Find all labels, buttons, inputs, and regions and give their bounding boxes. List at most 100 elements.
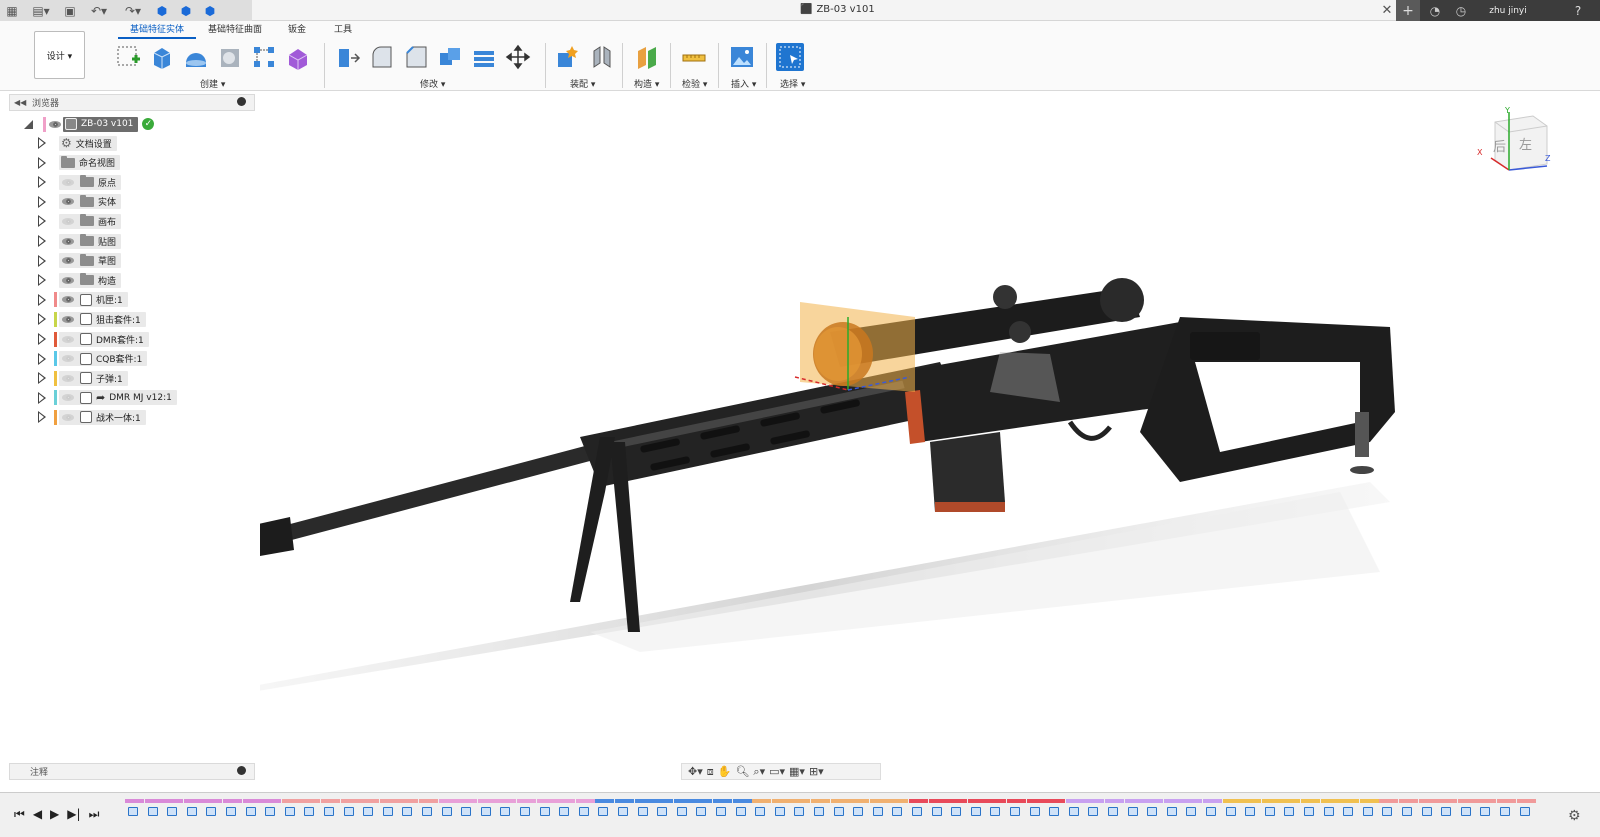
insert-image-icon[interactable]	[728, 43, 756, 71]
tree-item[interactable]: DMR套件:1	[38, 330, 149, 348]
app-grid-icon[interactable]: ▦	[0, 0, 24, 21]
visibility-eye-icon[interactable]	[61, 413, 76, 422]
tree-item[interactable]: ➦ DMR MJ v12:1	[38, 389, 177, 407]
viewcube-face-back[interactable]: 后	[1493, 136, 1506, 155]
expand-triangle-icon[interactable]	[38, 274, 48, 287]
group-inspect[interactable]: 检验 ▾	[682, 77, 707, 90]
tree-node[interactable]: 狙击套件:1	[59, 311, 146, 327]
timeline-feature[interactable]	[830, 799, 850, 819]
timeline-feature[interactable]	[1163, 799, 1183, 819]
group-insert[interactable]: 插入 ▾	[731, 77, 756, 90]
view-cube[interactable]: 后 左 Y X Z	[1477, 106, 1555, 183]
offset-plane-icon[interactable]	[634, 43, 662, 71]
timeline-feature[interactable]	[419, 799, 438, 819]
visibility-eye-icon[interactable]	[61, 217, 76, 226]
tree-node[interactable]: 实体	[59, 194, 122, 210]
visibility-eye-icon[interactable]	[61, 374, 76, 383]
undo-icon[interactable]: ↶▾	[82, 0, 116, 21]
visibility-eye-icon[interactable]	[61, 335, 76, 344]
visibility-eye-icon[interactable]	[61, 197, 76, 206]
timeline-settings-icon[interactable]: ⚙	[1568, 808, 1581, 824]
expand-triangle-icon[interactable]	[38, 411, 48, 424]
timeline-feature[interactable]	[654, 799, 674, 819]
visibility-eye-icon[interactable]	[61, 315, 76, 324]
close-tab-icon[interactable]: ✕	[1378, 0, 1396, 21]
pan-icon[interactable]: ✋	[718, 765, 732, 778]
combine-icon[interactable]	[436, 43, 464, 71]
timeline-feature[interactable]	[1379, 799, 1399, 819]
chamfer-icon[interactable]	[402, 43, 430, 71]
tree-node[interactable]: ➦ DMR MJ v12:1	[59, 390, 177, 406]
clock-icon[interactable]: ◷	[1450, 0, 1472, 21]
timeline-feature[interactable]	[144, 799, 164, 819]
timeline-feature[interactable]	[595, 799, 615, 819]
3d-viewport[interactable]	[260, 92, 1600, 762]
form-icon[interactable]	[284, 43, 312, 71]
timeline-feature[interactable]	[869, 799, 889, 819]
timeline-feature[interactable]	[811, 799, 830, 819]
timeline-feature[interactable]	[536, 799, 556, 819]
timeline-feature[interactable]	[1065, 799, 1085, 819]
timeline-feature[interactable]	[1046, 799, 1066, 819]
tree-node[interactable]: 构造	[59, 272, 122, 288]
expand-triangle-icon[interactable]	[38, 176, 48, 189]
timeline-feature[interactable]	[1105, 799, 1124, 819]
tree-item[interactable]: 草图	[38, 252, 122, 270]
timeline-feature[interactable]	[477, 799, 497, 819]
tree-node[interactable]: 贴图	[59, 233, 122, 249]
tab-sheet-metal[interactable]: 钣金	[274, 24, 320, 39]
timeline-feature[interactable]	[1183, 799, 1203, 819]
shell-icon[interactable]	[216, 43, 244, 71]
user-name[interactable]: zhu jinyi	[1478, 0, 1538, 21]
visibility-eye-icon[interactable]	[61, 276, 76, 285]
timeline-feature[interactable]	[203, 799, 223, 819]
timeline-feature[interactable]	[1438, 799, 1458, 819]
timeline-feature[interactable]	[1085, 799, 1105, 819]
timeline-feature[interactable]	[438, 799, 458, 819]
timeline-feature[interactable]	[1320, 799, 1340, 819]
tree-item[interactable]: 战术一体:1	[38, 408, 146, 426]
tree-item[interactable]: 画布	[38, 212, 122, 230]
timeline-feature[interactable]	[634, 799, 654, 819]
tree-node[interactable]: 子弹:1	[59, 370, 128, 386]
tree-node[interactable]: 命名视图	[59, 155, 121, 171]
tree-item[interactable]: 实体	[38, 193, 122, 211]
group-select[interactable]: 选择 ▾	[780, 77, 805, 90]
press-pull-icon[interactable]	[334, 43, 362, 71]
workspace-design-button[interactable]: 设计 ▾	[34, 31, 85, 79]
display-settings-icon[interactable]: ▭▾	[769, 765, 785, 778]
timeline-feature[interactable]	[399, 799, 419, 819]
timeline-feature[interactable]	[340, 799, 360, 819]
expand-triangle-icon[interactable]	[38, 333, 48, 345]
expand-triangle-icon[interactable]	[38, 215, 48, 228]
file-menu-icon[interactable]: ▤▾	[24, 0, 58, 21]
timeline-feature[interactable]	[1222, 799, 1242, 819]
look-at-icon[interactable]: ⧈	[707, 765, 714, 779]
timeline-feature[interactable]	[242, 799, 262, 819]
timeline-feature[interactable]	[1242, 799, 1262, 819]
visibility-eye-icon[interactable]	[61, 237, 76, 246]
expand-triangle-icon[interactable]	[38, 254, 48, 267]
step-back-icon[interactable]: ◀	[33, 807, 42, 822]
expand-triangle-icon[interactable]	[38, 235, 48, 247]
expand-triangle-icon[interactable]	[38, 156, 48, 169]
visibility-eye-icon[interactable]	[61, 178, 76, 187]
timeline-feature[interactable]	[1261, 799, 1281, 819]
timeline-feature[interactable]	[1144, 799, 1164, 819]
add-annotation-icon[interactable]	[237, 766, 246, 775]
expand-triangle-icon[interactable]	[38, 195, 48, 208]
tree-item[interactable]: ⚙ 文档设置	[38, 134, 117, 152]
group-construct[interactable]: 构造 ▾	[634, 77, 659, 90]
timeline-feature[interactable]	[1281, 799, 1301, 819]
timeline-feature[interactable]	[713, 799, 732, 819]
timeline-feature[interactable]	[732, 799, 752, 819]
timeline-feature[interactable]	[223, 799, 242, 819]
timeline-feature[interactable]	[556, 799, 576, 819]
help-icon[interactable]: ?	[1566, 0, 1590, 21]
timeline-feature[interactable]	[967, 799, 987, 819]
timeline-feature[interactable]	[1457, 799, 1477, 819]
timeline-feature[interactable]	[183, 799, 203, 819]
collapse-triangle-icon[interactable]	[24, 119, 33, 129]
save-icon[interactable]: ▣	[58, 0, 82, 21]
tree-node[interactable]: 草图	[59, 253, 122, 269]
